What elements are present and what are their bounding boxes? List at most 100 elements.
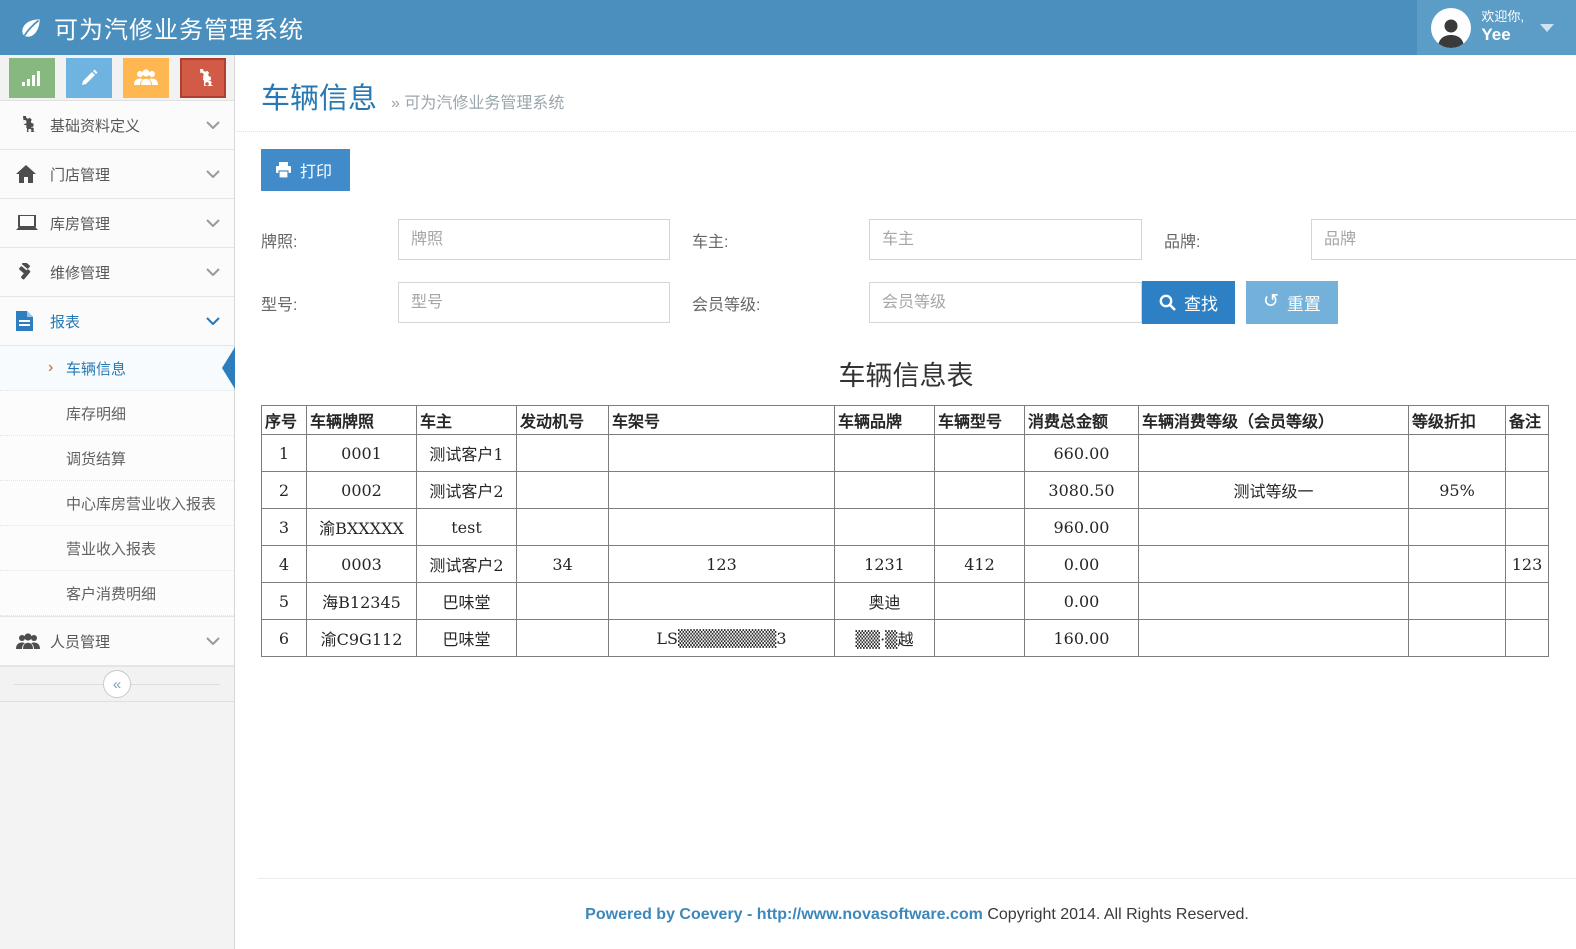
brand-label: 品牌: (1164, 228, 1289, 252)
sidebar-item-label: 人员管理 (50, 631, 206, 652)
table-cell: 0003 (307, 546, 417, 583)
sidebar-item-label: 报表 (50, 311, 206, 332)
column-header: 车辆品牌 (835, 406, 935, 435)
powered-by-link[interactable]: Powered by Coevery - http://www.novasoft… (585, 906, 983, 923)
sidebar-item-warehouse-mgmt[interactable]: 库房管理 (0, 199, 234, 248)
table-cell (1409, 620, 1506, 657)
column-header: 车辆型号 (935, 406, 1025, 435)
table-cell (1506, 620, 1549, 657)
column-header: 车辆消费等级（会员等级） (1139, 406, 1409, 435)
sidebar-item-personnel-mgmt[interactable]: 人员管理 (0, 617, 234, 666)
sidebar-item-repair-mgmt[interactable]: 维修管理 (0, 248, 234, 297)
breadcrumb: » 可为汽修业务管理系统 (391, 89, 564, 113)
print-button[interactable]: 打印 (261, 149, 350, 191)
quick-buttons (0, 55, 234, 101)
table-cell (935, 472, 1025, 509)
chart-quick-button[interactable] (9, 58, 55, 98)
table-cell: 4 (262, 546, 307, 583)
toolbar: 打印 (236, 132, 1576, 191)
table-cell: 6 (262, 620, 307, 657)
table-cell (935, 435, 1025, 472)
table-cell: 奥迪 (835, 583, 935, 620)
reset-button[interactable]: ↺ 重置 (1246, 281, 1338, 324)
gavel-icon (16, 263, 42, 281)
submenu-item-label: 客户消费明细 (66, 583, 156, 604)
reset-button-label: 重置 (1287, 290, 1321, 315)
plate-input[interactable] (398, 219, 670, 260)
main-content: 车辆信息 » 可为汽修业务管理系统 打印 牌照: 车主: 品牌: 型号: 会员等… (236, 55, 1576, 949)
column-header: 发动机号 (517, 406, 609, 435)
table-cell: 测试客户2 (417, 546, 517, 583)
table-cell (935, 509, 1025, 546)
welcome-text: 欢迎你, (1481, 10, 1524, 25)
column-header: 消费总金额 (1025, 406, 1139, 435)
table-cell (609, 435, 835, 472)
sidebar-item-label: 门店管理 (50, 164, 206, 185)
table-cell: 5 (262, 583, 307, 620)
gears-icon (16, 116, 42, 134)
sidebar-collapse-toggle[interactable]: « (0, 666, 234, 702)
table-cell: 海B12345 (307, 583, 417, 620)
table-cell (835, 509, 935, 546)
table-cell (1409, 583, 1506, 620)
column-header: 车主 (417, 406, 517, 435)
sidebar-item-label: 维修管理 (50, 262, 206, 283)
submenu-item-inventory-detail[interactable]: › 库存明细 (0, 391, 234, 436)
submenu-item-revenue-report[interactable]: › 营业收入报表 (0, 526, 234, 571)
submenu-item-central-warehouse-revenue[interactable]: › 中心库房营业收入报表 (0, 481, 234, 526)
chevron-down-icon (206, 219, 220, 227)
leaf-logo-icon (18, 15, 44, 41)
laptop-icon (16, 215, 42, 232)
owner-input[interactable] (869, 219, 1142, 260)
chevron-down-icon (206, 317, 220, 325)
users-quick-button[interactable] (123, 58, 169, 98)
page-header: 车辆信息 » 可为汽修业务管理系统 (236, 55, 1576, 132)
edit-quick-button[interactable] (66, 58, 112, 98)
table-cell: 测试客户2 (417, 472, 517, 509)
table-cell: ▒▒·▒越 (835, 620, 935, 657)
table-cell: 95% (1409, 472, 1506, 509)
table-cell (1506, 472, 1549, 509)
sidebar-item-base-data[interactable]: 基础资料定义 (0, 101, 234, 150)
pencil-icon (80, 69, 98, 87)
user-menu[interactable]: 欢迎你, Yee (1417, 0, 1576, 55)
sidebar-item-store-mgmt[interactable]: 门店管理 (0, 150, 234, 199)
table-cell: 123 (609, 546, 835, 583)
table-cell: 3 (262, 509, 307, 546)
sidebar-item-reports[interactable]: 报表 (0, 297, 234, 346)
member-level-input[interactable] (869, 282, 1142, 323)
reset-icon: ↺ (1263, 292, 1279, 311)
plate-label: 牌照: (261, 228, 376, 252)
owner-label: 车主: (692, 228, 847, 252)
table-cell (1506, 583, 1549, 620)
table-cell: 1 (262, 435, 307, 472)
submenu-item-label: 车辆信息 (66, 358, 126, 379)
brand-input[interactable] (1311, 219, 1576, 260)
chevron-down-icon (206, 268, 220, 276)
table-cell: 660.00 (1025, 435, 1139, 472)
submenu-item-label: 库存明细 (66, 403, 126, 424)
table-cell: test (417, 509, 517, 546)
table-cell: 巴味堂 (417, 620, 517, 657)
submenu-item-vehicle-info[interactable]: › 车辆信息 (0, 346, 234, 391)
chevron-down-icon (206, 170, 220, 178)
table-cell: 1231 (835, 546, 935, 583)
submenu-item-label: 调货结算 (66, 448, 126, 469)
submenu-item-transfer-settlement[interactable]: › 调货结算 (0, 436, 234, 481)
search-button[interactable]: 查找 (1142, 281, 1235, 324)
table-cell (1506, 435, 1549, 472)
sidebar-menu: 基础资料定义 门店管理 库房管理 (0, 101, 234, 346)
table-cell (935, 620, 1025, 657)
member-level-label: 会员等级: (692, 291, 847, 315)
bar-chart-icon (22, 70, 42, 86)
table-cell (1409, 546, 1506, 583)
submenu-item-customer-consumption[interactable]: › 客户消费明细 (0, 571, 234, 616)
search-button-label: 查找 (1184, 290, 1218, 315)
model-input[interactable] (398, 282, 670, 323)
table-cell: 2 (262, 472, 307, 509)
app-brand: 可为汽修业务管理系统 (0, 10, 304, 45)
reports-submenu: › 车辆信息 › 库存明细 › 调货结算 › 中心库房营业收入报表 › 营业收入… (0, 346, 234, 617)
settings-quick-button[interactable] (180, 58, 226, 98)
table-cell: 0002 (307, 472, 417, 509)
active-arrow-icon: › (48, 359, 66, 377)
